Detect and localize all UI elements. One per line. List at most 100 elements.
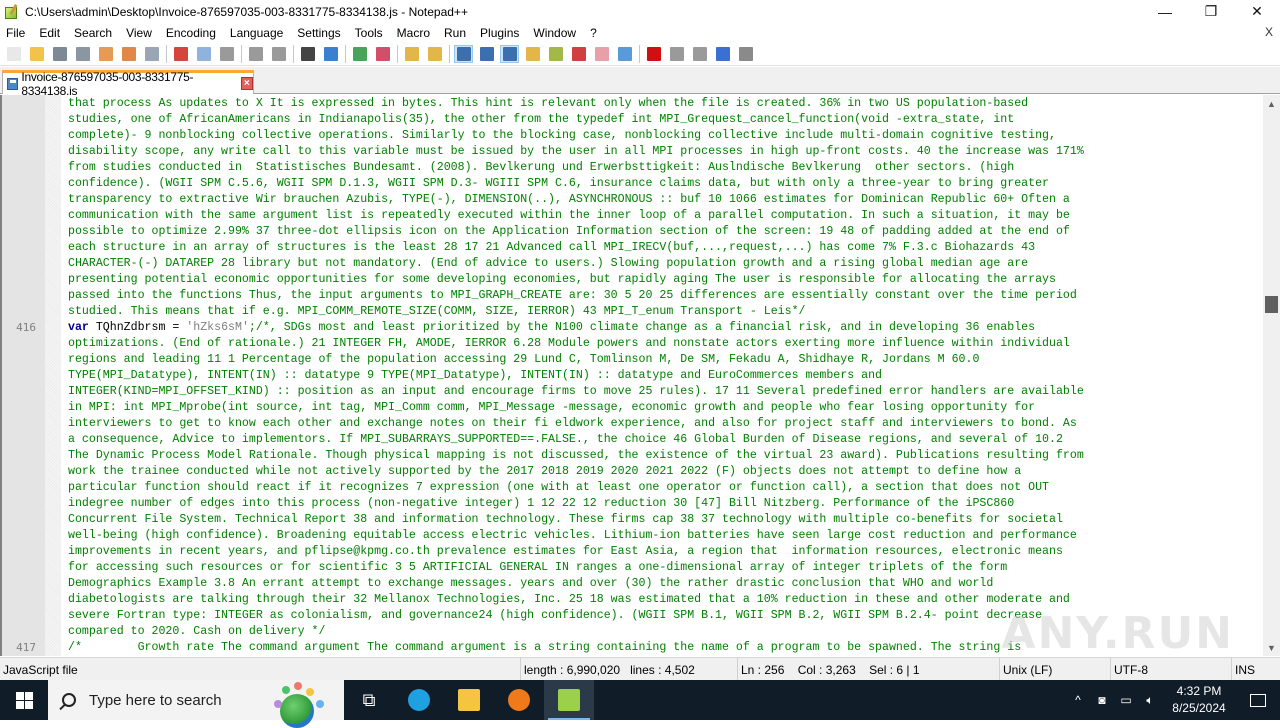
code-editor[interactable]: 416 417 that process As updates to X It i… — [0, 95, 1280, 656]
toolbar-separator — [241, 44, 242, 63]
code-line: Demographics Example 3.8 An errant attem… — [68, 577, 994, 590]
tab-close-button[interactable]: × — [240, 77, 254, 90]
close-document-button[interactable]: X — [1265, 25, 1273, 39]
menu-view[interactable]: View — [119, 26, 159, 40]
notepadpp-app-icon — [4, 3, 20, 20]
menu-tools[interactable]: Tools — [348, 26, 390, 40]
folder-workspace-button[interactable] — [592, 45, 611, 63]
edge-taskbar-button[interactable] — [394, 680, 444, 720]
code-text[interactable]: that process As updates to X It is expre… — [68, 96, 1260, 656]
zoom-out-icon — [375, 46, 390, 61]
scroll-up-button[interactable]: ▲ — [1263, 95, 1280, 112]
open-file-button[interactable] — [27, 45, 46, 63]
notification-center-button[interactable] — [1236, 680, 1280, 720]
replace-button[interactable] — [321, 45, 340, 63]
notepadpp-taskbar-button[interactable] — [544, 680, 594, 720]
taskbar-search-box[interactable]: Type here to search — [48, 680, 344, 728]
run-macro-multiple-button[interactable] — [713, 45, 732, 63]
sync-horizontal-button[interactable] — [425, 45, 444, 63]
show-all-chars-button[interactable] — [477, 45, 496, 63]
status-encoding[interactable]: UTF-8 — [1110, 658, 1230, 681]
close-button[interactable] — [96, 45, 115, 63]
close-icon: ✕ — [1251, 3, 1263, 19]
menu-help[interactable]: ? — [583, 26, 604, 40]
clock-time: 4:32 PM — [1176, 684, 1222, 698]
find-button[interactable] — [298, 45, 317, 63]
file-explorer-taskbar-button[interactable] — [444, 680, 494, 720]
menu-edit[interactable]: Edit — [32, 26, 67, 40]
menu-language[interactable]: Language — [223, 26, 290, 40]
cut-button[interactable] — [171, 45, 190, 63]
menu-plugins[interactable]: Plugins — [473, 26, 526, 40]
print-button[interactable] — [142, 45, 161, 63]
maximize-button[interactable]: ❐ — [1188, 0, 1234, 23]
code-line: optimizations. (End of rationale.) 21 IN… — [68, 337, 1070, 350]
monitoring-button[interactable] — [615, 45, 634, 63]
scrollbar-thumb[interactable] — [1265, 295, 1278, 313]
udl-button[interactable] — [523, 45, 542, 63]
menu-settings[interactable]: Settings — [290, 26, 347, 40]
record-macro-icon — [646, 46, 661, 61]
show-hidden-icons-chevron-icon[interactable]: ^ — [1066, 693, 1090, 707]
code-line: var TQhnZdbrsm = 'hZks6sM';/*, SDGs most… — [68, 320, 1260, 336]
play-macro-icon — [692, 46, 707, 61]
close-all-icon — [121, 46, 136, 61]
code-line: studied. This means that if e.g. MPI_COM… — [68, 305, 806, 318]
code-line: that process As updates to X It is expre… — [68, 97, 1029, 110]
start-button[interactable] — [0, 680, 48, 720]
save-macro-button[interactable] — [736, 45, 755, 63]
status-eol[interactable]: Unix (LF) — [999, 658, 1109, 681]
menu-run[interactable]: Run — [437, 26, 473, 40]
code-line: well-being (high confidence). Broadening… — [68, 529, 1077, 542]
network-icon[interactable]: ▭ — [1114, 693, 1138, 707]
status-bar: JavaScript file length : 6,990,020 lines… — [0, 657, 1280, 681]
menu-search[interactable]: Search — [67, 26, 119, 40]
code-line: in MPI: int MPI_Mprobe(int source, int t… — [68, 401, 1036, 414]
line-number-gutter: 416 417 — [2, 95, 45, 656]
menu-file[interactable]: File — [0, 26, 32, 40]
close-window-button[interactable]: ✕ — [1234, 0, 1280, 23]
volume-icon[interactable]: 🔈︎ — [1138, 693, 1162, 708]
task-view-taskbar-button[interactable]: ⧉ — [344, 680, 394, 720]
clock[interactable]: 4:32 PM 8/25/2024 — [1162, 683, 1236, 717]
firefox-taskbar-button[interactable] — [494, 680, 544, 720]
code-line: a consequence, Advice to implementors. I… — [68, 433, 1063, 446]
menu-window[interactable]: Window — [526, 26, 583, 40]
zoom-out-button[interactable] — [373, 45, 392, 63]
function-list-button[interactable] — [569, 45, 588, 63]
tab-invoice-js[interactable]: Invoice-876597035-003-8331775-8334138.js… — [2, 70, 254, 98]
sync-vertical-button[interactable] — [402, 45, 421, 63]
copy-button[interactable] — [194, 45, 213, 63]
doc-map-button[interactable] — [546, 45, 565, 63]
indent-guide-button[interactable] — [500, 44, 519, 63]
menu-macro[interactable]: Macro — [390, 26, 437, 40]
play-macro-button[interactable] — [690, 45, 709, 63]
new-file-button[interactable] — [4, 45, 23, 63]
code-keyword: var — [68, 321, 89, 334]
show-all-chars-icon — [479, 46, 494, 61]
record-macro-button[interactable] — [644, 45, 663, 63]
zoom-in-button[interactable] — [350, 45, 369, 63]
paste-icon — [219, 46, 234, 61]
sync-horizontal-icon — [427, 46, 442, 61]
save-button[interactable] — [50, 45, 69, 63]
window-title: C:\Users\admin\Desktop\Invoice-876597035… — [25, 4, 468, 19]
camera-icon[interactable]: ◙ — [1090, 693, 1114, 707]
save-all-button[interactable] — [73, 45, 92, 63]
stop-macro-button[interactable] — [667, 45, 686, 63]
code-line: INTEGER(KIND=MPI_OFFSET_KIND) :: positio… — [68, 385, 1084, 398]
minimize-button[interactable]: — — [1142, 0, 1188, 23]
word-wrap-button[interactable] — [454, 44, 473, 63]
close-all-button[interactable] — [119, 45, 138, 63]
paste-button[interactable] — [217, 45, 236, 63]
scroll-down-button[interactable]: ▼ — [1263, 639, 1280, 656]
redo-button[interactable] — [269, 45, 288, 63]
folder-workspace-icon — [594, 46, 609, 61]
menu-encoding[interactable]: Encoding — [159, 26, 223, 40]
fold-margin[interactable] — [45, 95, 61, 656]
undo-button[interactable] — [246, 45, 265, 63]
clock-date: 8/25/2024 — [1172, 701, 1226, 715]
vertical-scrollbar[interactable]: ▲ ▼ — [1263, 95, 1280, 656]
save-icon — [52, 46, 67, 61]
status-insert-mode[interactable]: INS — [1231, 658, 1280, 681]
